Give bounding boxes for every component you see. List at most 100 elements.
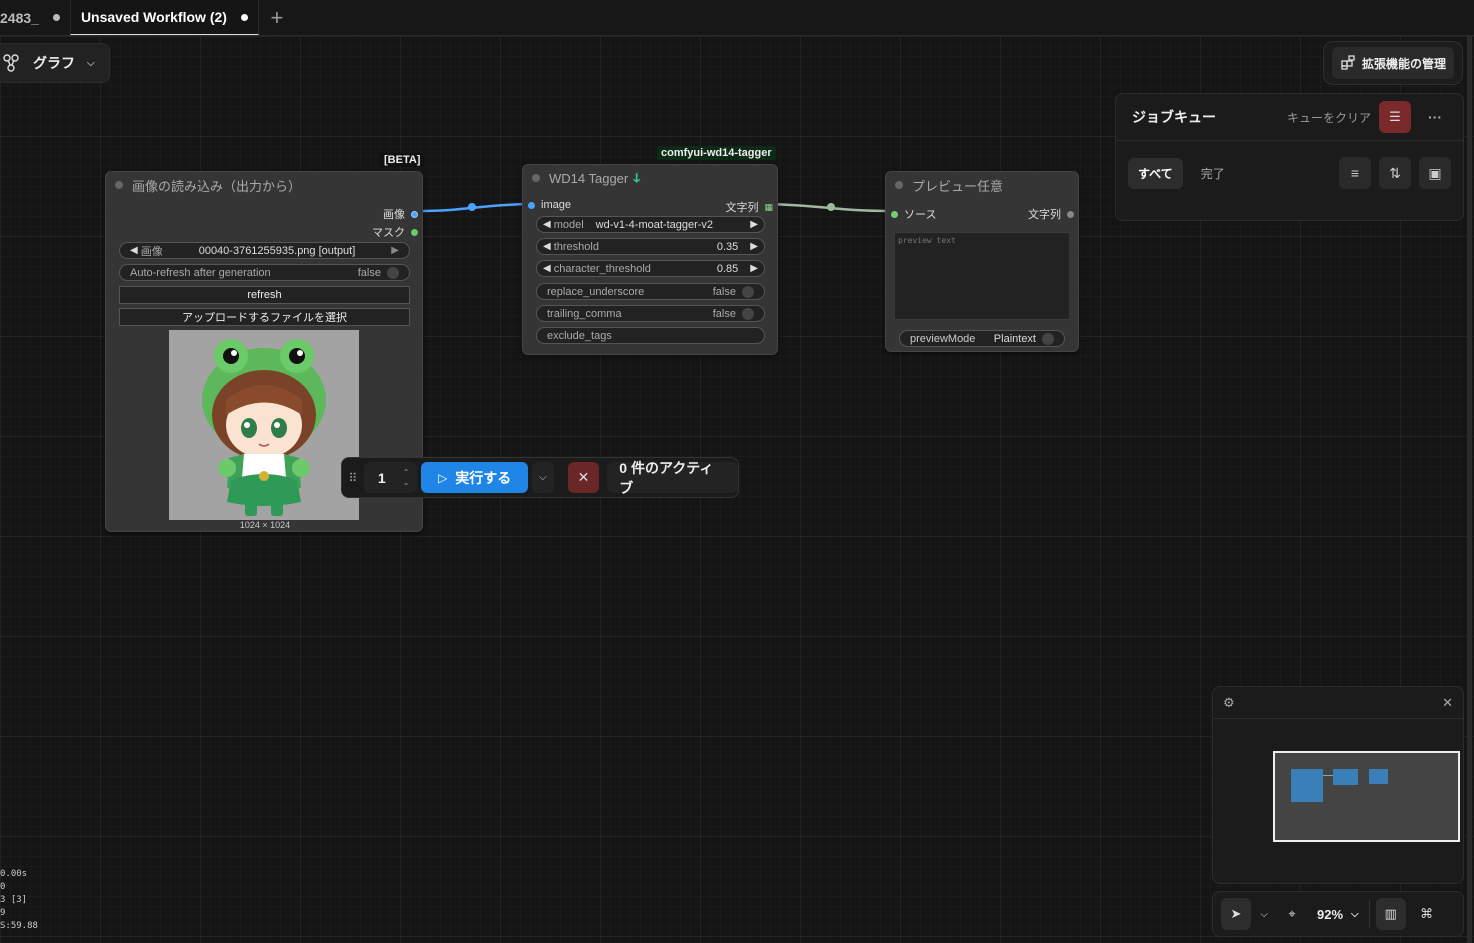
toggle-knob[interactable] xyxy=(742,285,754,298)
widget-value: 0.35 xyxy=(716,240,739,253)
fit-view-button[interactable]: ⌖ xyxy=(1277,898,1307,930)
upload-file-button[interactable]: アップロードするファイルを選択 xyxy=(119,308,410,326)
run-toolbar: ⠿ 1 ⌃ ⌄ ▷ 実行する ⌵ ✕ 0 件のアクティブ xyxy=(341,457,739,498)
stat-line: S:59.88 xyxy=(0,921,38,931)
minimap-header: ⚙ ✕ xyxy=(1213,687,1463,719)
slot-dot-icon[interactable] xyxy=(528,201,535,209)
collapse-dot-icon[interactable] xyxy=(895,181,903,189)
slot-dot-icon[interactable] xyxy=(411,228,418,236)
arrow-left-icon[interactable]: ◀ xyxy=(543,263,551,274)
trailing-comma-toggle[interactable]: trailing_comma false xyxy=(536,305,765,322)
exclude-tags-field[interactable]: exclude_tags xyxy=(536,327,765,344)
custom-node-icon: ↆ xyxy=(633,170,641,185)
slot-label: 画像 xyxy=(383,209,405,221)
preview-mode-select[interactable]: previewMode Plaintext xyxy=(899,330,1065,347)
widget-label: 画像 xyxy=(140,245,163,258)
slot-dot-icon[interactable] xyxy=(1067,210,1074,218)
toggle-knob[interactable] xyxy=(387,266,399,279)
slot-dot-icon[interactable] xyxy=(891,210,898,218)
run-button[interactable]: ▷ 実行する xyxy=(421,462,528,493)
drag-handle-icon[interactable]: ⠿ xyxy=(346,471,360,485)
image-link-midpoint xyxy=(468,203,476,211)
stepper-arrows-icon[interactable]: ⌃ ⌄ xyxy=(403,468,410,488)
batch-count-stepper[interactable]: 1 ⌃ ⌄ xyxy=(363,462,418,493)
toggle-knob[interactable] xyxy=(1042,332,1054,345)
refresh-button[interactable]: refresh xyxy=(119,286,410,304)
widget-label: replace_underscore xyxy=(547,285,645,298)
scrollbar[interactable] xyxy=(1467,36,1472,943)
widget-label: previewMode xyxy=(910,332,976,345)
output-slot-string[interactable]: 文字列 ▦ xyxy=(725,199,773,215)
character-threshold-widget[interactable]: ◀ character_threshold 0.85 ▶ xyxy=(536,260,765,277)
stat-line: 3 [3] xyxy=(0,895,28,905)
replace-underscore-toggle[interactable]: replace_underscore false xyxy=(536,283,765,300)
tool-dropdown[interactable]: ⌵ xyxy=(1257,898,1271,930)
image-preview xyxy=(169,330,359,520)
grid-slot-icon[interactable]: ▦ xyxy=(764,202,773,213)
slot-dot-icon[interactable] xyxy=(411,210,418,218)
output-slot-image[interactable]: 画像 xyxy=(383,206,418,222)
load-image-title-bar[interactable]: 画像の読み込み（出力から） xyxy=(106,172,422,198)
batch-count-value: 1 xyxy=(377,469,386,486)
arrow-left-icon[interactable]: ◀ xyxy=(130,245,138,256)
link-visibility-button[interactable]: ⌘ xyxy=(1412,898,1442,930)
minimap-node xyxy=(1369,769,1388,784)
arrow-right-icon[interactable]: ▶ xyxy=(750,263,758,274)
threshold-widget[interactable]: ◀ threshold 0.35 ▶ xyxy=(536,238,765,255)
wd14-tagger-node[interactable]: WD14 Tagger ↆ image 文字列 ▦ ◀ model wd-v1-… xyxy=(522,164,778,355)
image-select-widget[interactable]: ◀ 画像 00040-3761255935.png [output] ▶ xyxy=(119,242,410,259)
select-tool-button[interactable]: ➤ xyxy=(1221,898,1251,930)
run-mode-dropdown[interactable]: ⌵ xyxy=(531,462,554,493)
minimap-viewport[interactable] xyxy=(1273,751,1460,842)
tagger-title-bar[interactable]: WD14 Tagger ↆ xyxy=(523,165,777,191)
divider xyxy=(1368,900,1370,928)
minimap-link xyxy=(1323,775,1333,776)
model-select-widget[interactable]: ◀ model wd-v1-4-moat-tagger-v2 ▶ xyxy=(536,216,765,233)
close-icon[interactable]: ✕ xyxy=(1442,695,1453,711)
canvas-controls: ➤ ⌵ ⌖ 92% ⌵ ▥ ⌘ xyxy=(1212,891,1464,937)
play-icon: ▷ xyxy=(438,470,448,485)
arrow-right-icon[interactable]: ▶ xyxy=(750,219,758,230)
output-slot-string[interactable]: 文字列 xyxy=(1028,206,1074,222)
beta-badge: [BETA] xyxy=(380,153,425,167)
toggle-knob[interactable] xyxy=(742,307,754,320)
widget-value: 0.85 xyxy=(716,262,739,275)
map-icon: ▥ xyxy=(1384,906,1397,921)
active-jobs-button[interactable]: 0 件のアクティブ xyxy=(607,460,738,496)
auto-refresh-toggle[interactable]: Auto-refresh after generation false xyxy=(119,264,410,281)
focus-icon: ⌖ xyxy=(1288,906,1296,921)
preview-title-bar[interactable]: プレビュー任意 xyxy=(886,172,1078,198)
widget-value: false xyxy=(712,285,736,298)
widget-label: model xyxy=(553,218,584,231)
arrow-left-icon[interactable]: ◀ xyxy=(543,241,551,252)
widget-value: false xyxy=(357,266,381,279)
widget-value: 00040-3761255935.png [output] xyxy=(198,244,356,257)
preview-text-area[interactable] xyxy=(894,232,1070,320)
cancel-run-button[interactable]: ✕ xyxy=(567,462,600,493)
arrow-right-icon[interactable]: ▶ xyxy=(391,245,399,256)
output-slot-mask[interactable]: マスク xyxy=(372,224,418,240)
input-slot-source[interactable]: ソース xyxy=(891,206,936,222)
minimap-settings-icon[interactable]: ⚙ xyxy=(1223,695,1235,711)
slot-label: ソース xyxy=(904,209,937,221)
slot-label: image xyxy=(541,199,571,211)
widget-label: Auto-refresh after generation xyxy=(130,266,271,279)
preview-any-node[interactable]: プレビュー任意 ソース 文字列 previewMode Plaintext xyxy=(885,171,1079,352)
node-title: プレビュー任意 xyxy=(912,178,1004,194)
tagger-package-badge: comfyui-wd14-tagger xyxy=(657,146,776,160)
zoom-dropdown[interactable]: 92% ⌵ xyxy=(1313,907,1363,922)
collapse-dot-icon[interactable] xyxy=(115,181,123,189)
node-title: 画像の読み込み（出力から） xyxy=(132,178,302,194)
input-slot-image[interactable]: image xyxy=(528,199,571,211)
chevron-down-icon: ⌵ xyxy=(539,472,547,483)
minimap-toggle-button[interactable]: ▥ xyxy=(1375,898,1406,930)
collapse-dot-icon[interactable] xyxy=(532,174,540,182)
arrow-right-icon[interactable]: ▶ xyxy=(750,241,758,252)
widget-value: Plaintext xyxy=(993,332,1036,345)
string-link-midpoint xyxy=(827,203,835,211)
arrow-left-icon[interactable]: ◀ xyxy=(543,219,551,230)
minimap-node xyxy=(1333,769,1358,785)
widget-value: false xyxy=(712,307,736,320)
widget-label: trailing_comma xyxy=(547,307,622,320)
widget-label: character_threshold xyxy=(553,262,651,275)
